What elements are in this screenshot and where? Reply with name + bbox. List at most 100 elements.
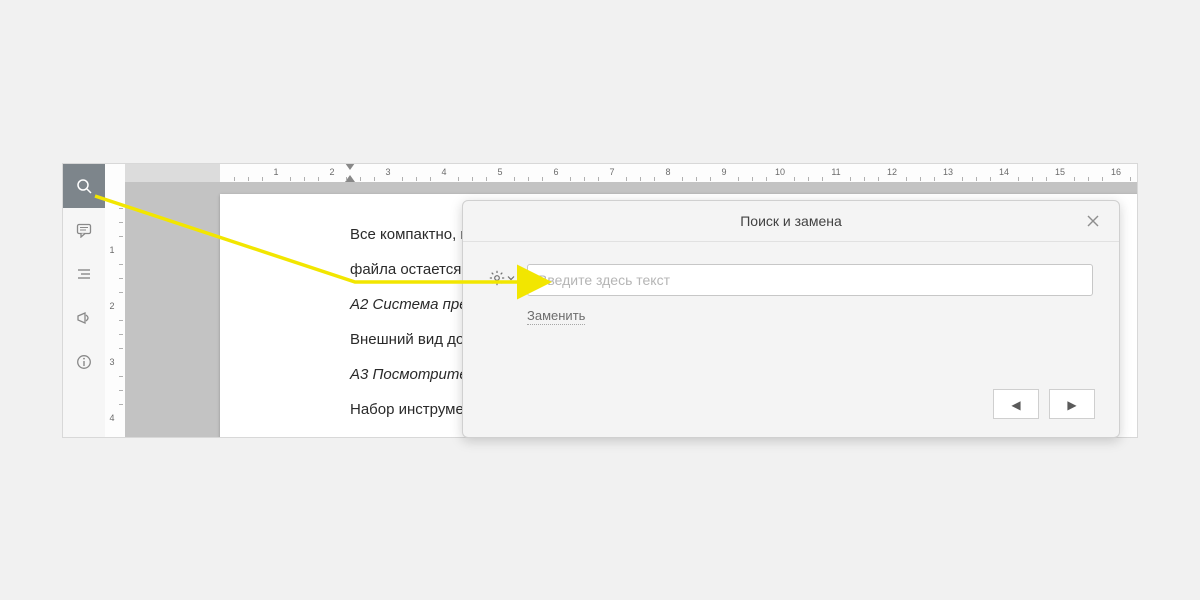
ruler-tick-minor — [416, 177, 417, 181]
ruler-tick-minor — [119, 208, 123, 209]
sidebar-comments-button[interactable] — [63, 208, 105, 252]
ruler-tick-label: 8 — [665, 167, 670, 177]
ruler-tick-minor — [794, 177, 795, 181]
ruler-tick-minor — [248, 177, 249, 181]
ruler-tick-minor — [738, 177, 739, 181]
ruler-margin-area — [125, 164, 220, 182]
ruler-tick-label: 1 — [273, 167, 278, 177]
dialog-title-text: Поиск и замена — [740, 213, 842, 229]
gear-icon — [489, 270, 505, 286]
ruler-tick-minor — [682, 177, 683, 181]
ruler-tick-minor — [262, 177, 263, 181]
close-button[interactable] — [1073, 201, 1113, 241]
ruler-tick-minor — [1046, 177, 1047, 181]
ruler-tick-label: 3 — [106, 357, 118, 367]
replace-link[interactable]: Заменить — [527, 308, 585, 325]
ruler-tick-minor — [1130, 177, 1131, 181]
ruler-tick-label: 15 — [1055, 167, 1065, 177]
ruler-horizontal[interactable]: 1234567891011121314151617 — [125, 164, 1137, 183]
ruler-tick-minor — [808, 177, 809, 181]
search-icon — [76, 178, 92, 194]
ruler-tick-minor — [119, 264, 123, 265]
ruler-tick-label: 10 — [775, 167, 785, 177]
ruler-tick-label: 7 — [609, 167, 614, 177]
ruler-tick-minor — [472, 177, 473, 181]
ruler-tick-minor — [304, 177, 305, 181]
find-next-button[interactable]: ▶ — [1049, 389, 1095, 419]
ruler-tick-minor — [570, 177, 571, 181]
info-icon — [76, 354, 92, 370]
ruler-tick-minor — [119, 236, 123, 237]
ruler-tick-minor — [962, 177, 963, 181]
ruler-tick-minor — [430, 177, 431, 181]
ruler-tick-minor — [752, 177, 753, 181]
left-sidebar — [63, 164, 106, 437]
ruler-tick-label: 9 — [721, 167, 726, 177]
ruler-tick-minor — [528, 177, 529, 181]
ruler-tick-minor — [864, 177, 865, 181]
ruler-tick-minor — [514, 177, 515, 181]
find-replace-dialog[interactable]: Поиск и замена З — [462, 200, 1120, 438]
ruler-tick-minor — [626, 177, 627, 181]
ruler-tick-minor — [458, 177, 459, 181]
ruler-tick-minor — [822, 177, 823, 181]
ruler-tick-minor — [119, 320, 123, 321]
sidebar-feedback-button[interactable] — [63, 296, 105, 340]
search-options-button[interactable] — [489, 264, 515, 286]
ruler-tick-label: 4 — [106, 413, 118, 423]
ruler-tick-minor — [486, 177, 487, 181]
ruler-tick-minor — [920, 177, 921, 181]
ruler-tick-minor — [290, 177, 291, 181]
ruler-tick-minor — [654, 177, 655, 181]
ruler-tick-label: 13 — [943, 167, 953, 177]
ruler-tick-minor — [119, 348, 123, 349]
ruler-tick-minor — [119, 376, 123, 377]
ruler-tick-label: 6 — [553, 167, 558, 177]
ruler-tick-minor — [119, 334, 123, 335]
ruler-tick-minor — [850, 177, 851, 181]
ruler-tick-label: 12 — [887, 167, 897, 177]
ruler-tick-minor — [1102, 177, 1103, 181]
ruler-tick-minor — [878, 177, 879, 181]
ruler-tick-minor — [696, 177, 697, 181]
feedback-icon — [76, 310, 92, 326]
ruler-tick-label: 1 — [106, 245, 118, 255]
ruler-tick-minor — [234, 177, 235, 181]
dialog-title: Поиск и замена — [463, 201, 1119, 242]
sidebar-search-button[interactable] — [63, 164, 105, 208]
ruler-tick-minor — [766, 177, 767, 181]
ruler-tick-minor — [346, 177, 347, 181]
ruler-tick-minor — [640, 177, 641, 181]
ruler-tick-minor — [119, 292, 123, 293]
ruler-vertical[interactable]: 1 2 3 4 — [105, 164, 126, 437]
sidebar-info-button[interactable] — [63, 340, 105, 384]
ruler-tick-label: 14 — [999, 167, 1009, 177]
ruler-tick-minor — [598, 177, 599, 181]
ruler-tick-label: 2 — [106, 301, 118, 311]
ruler-tick-minor — [402, 177, 403, 181]
sidebar-headings-button[interactable] — [63, 252, 105, 296]
ruler-tick-minor — [1088, 177, 1089, 181]
ruler-tick-minor — [119, 390, 123, 391]
ruler-tick-minor — [119, 222, 123, 223]
find-prev-button[interactable]: ◀ — [993, 389, 1039, 419]
ruler-tick-minor — [934, 177, 935, 181]
ruler-tick-minor — [976, 177, 977, 181]
ruler-tick-label: 2 — [329, 167, 334, 177]
ruler-tick-minor — [318, 177, 319, 181]
chevron-down-icon — [507, 274, 515, 282]
comment-icon — [76, 222, 92, 238]
ruler-tick-minor — [542, 177, 543, 181]
ruler-tick-label: 3 — [385, 167, 390, 177]
search-input[interactable] — [527, 264, 1093, 296]
ruler-tick-minor — [906, 177, 907, 181]
indent-first-line-marker[interactable] — [345, 164, 355, 170]
ruler-tick-label: 4 — [441, 167, 446, 177]
ruler-tick-minor — [360, 177, 361, 181]
ruler-tick-label: 16 — [1111, 167, 1121, 177]
ruler-tick-minor — [1074, 177, 1075, 181]
close-icon — [1086, 214, 1100, 228]
ruler-tick-minor — [119, 404, 123, 405]
ruler-tick-minor — [710, 177, 711, 181]
ruler-tick-label: 11 — [831, 167, 840, 177]
